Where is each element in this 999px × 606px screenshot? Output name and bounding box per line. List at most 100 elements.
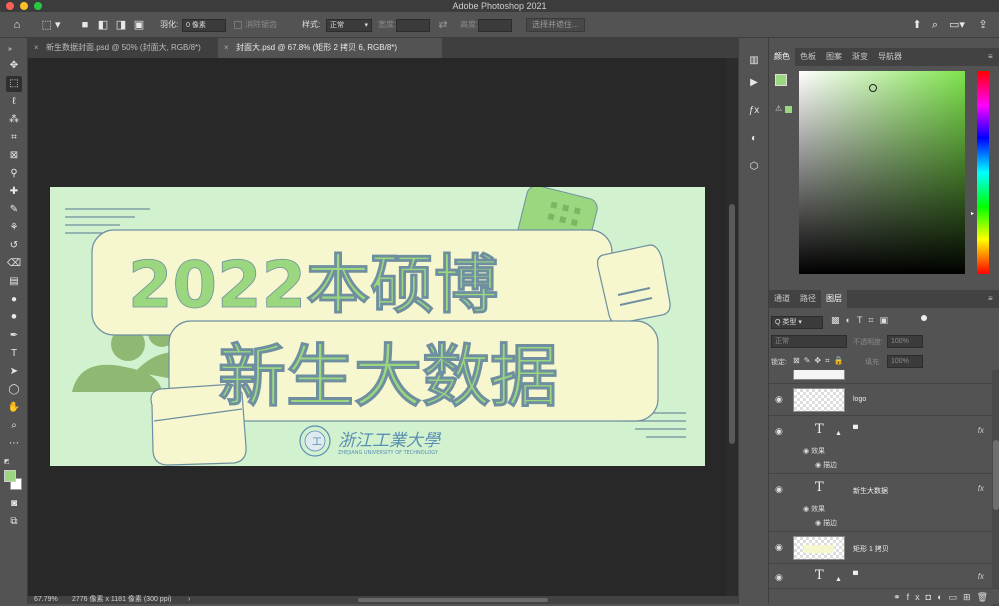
- ellipse-tool-icon[interactable]: ◯: [6, 382, 22, 398]
- tab-swatches[interactable]: 色板: [795, 48, 821, 66]
- marquee-preset-picker[interactable]: ⬚ ▾: [36, 16, 66, 34]
- close-window-button[interactable]: [6, 2, 14, 10]
- crop-tool-icon[interactable]: ⌗: [6, 130, 22, 146]
- fx-indicator[interactable]: fx: [978, 484, 984, 493]
- color-picker-cursor[interactable]: [869, 84, 877, 92]
- tab-color[interactable]: 颜色: [769, 48, 795, 66]
- effects-row[interactable]: ◉ 效果: [803, 504, 825, 514]
- tab-navigator[interactable]: 导航器: [873, 48, 907, 66]
- share-icon[interactable]: ⬆: [908, 16, 926, 34]
- brush-tool-icon[interactable]: ✎: [6, 202, 22, 218]
- stroke-effect-row[interactable]: ◉ 描边: [815, 518, 837, 528]
- adjustment-layer-icon[interactable]: ◐: [937, 592, 948, 602]
- fx-button[interactable]: fx: [907, 592, 926, 602]
- add-selection-icon[interactable]: ◧: [94, 16, 112, 34]
- vertical-scrollbar[interactable]: [726, 58, 738, 596]
- opacity-input[interactable]: 100%: [887, 335, 923, 348]
- subtract-selection-icon[interactable]: ◨: [112, 16, 130, 34]
- tab-channels[interactable]: 通道: [769, 290, 795, 308]
- eraser-tool-icon[interactable]: ⌫: [6, 256, 22, 272]
- hand-tool-icon[interactable]: ✋: [6, 400, 22, 416]
- color-picker-field[interactable]: [799, 71, 965, 274]
- type-tool-icon[interactable]: T: [6, 346, 22, 362]
- blur-tool-icon[interactable]: ●: [6, 292, 22, 308]
- minimize-window-button[interactable]: [20, 2, 28, 10]
- layer-row-text-2[interactable]: ◉ T 新生大数据 fx ◉ 效果 ◉ 描边: [769, 474, 992, 532]
- tab-new-student-data[interactable]: × 新生数据封面.psd @ 50% (封面大, RGB/8*): [28, 38, 218, 58]
- clone-stamp-tool-icon[interactable]: ⚘: [6, 220, 22, 236]
- move-tool-icon[interactable]: ✥: [6, 58, 22, 74]
- dodge-tool-icon[interactable]: ⚫: [6, 310, 22, 326]
- panel-menu-icon[interactable]: ≡: [983, 48, 998, 66]
- intersect-selection-icon[interactable]: ▣: [130, 16, 148, 34]
- web-safe-swatch[interactable]: [785, 106, 792, 113]
- horizontal-scrollbar-thumb[interactable]: [358, 598, 548, 602]
- blend-mode-select[interactable]: 正常: [771, 335, 847, 348]
- default-colors-icon[interactable]: ◩: [4, 458, 12, 466]
- tab-paths[interactable]: 路径: [795, 290, 821, 308]
- visibility-eye-icon[interactable]: ◉: [775, 426, 783, 437]
- adjustments-fx-icon[interactable]: ƒx: [745, 102, 763, 120]
- layer-row-rect-copy[interactable]: ◉ 矩形 1 拷贝: [769, 532, 992, 564]
- history-panel-icon[interactable]: ▥: [745, 52, 763, 70]
- new-group-icon[interactable]: ▭: [949, 592, 964, 602]
- frame-tool-icon[interactable]: ⊠: [6, 148, 22, 164]
- lock-icons[interactable]: ⊠✎✥⌗🔒: [793, 356, 848, 366]
- layer-row-logo[interactable]: ◉ logo: [769, 384, 992, 416]
- link-layers-icon[interactable]: ⚭: [893, 592, 907, 602]
- new-layer-icon[interactable]: ⊞: [963, 592, 977, 602]
- tab-patterns[interactable]: 图案: [821, 48, 847, 66]
- rectangular-marquee-tool-icon[interactable]: ⬚: [6, 76, 22, 92]
- tab-gradients[interactable]: 渐变: [847, 48, 873, 66]
- width-input[interactable]: [396, 19, 430, 32]
- layers-scrollbar[interactable]: [992, 370, 999, 606]
- search-icon[interactable]: ⌕: [926, 16, 944, 34]
- layer-row[interactable]: [769, 370, 992, 384]
- magic-wand-tool-icon[interactable]: ⁂: [6, 112, 22, 128]
- history-brush-tool-icon[interactable]: ↺: [6, 238, 22, 254]
- color-foreground-swatch[interactable]: [775, 74, 787, 86]
- layer-filter-icons[interactable]: ▩◐T⌗▣: [831, 315, 894, 326]
- height-input[interactable]: [478, 19, 512, 32]
- collapse-icon[interactable]: »: [2, 42, 18, 58]
- visibility-eye-icon[interactable]: ◉: [775, 572, 783, 583]
- foreground-color-swatch[interactable]: [4, 470, 16, 482]
- scrollbar-thumb[interactable]: [729, 204, 735, 444]
- pen-tool-icon[interactable]: ✒: [6, 328, 22, 344]
- layers-scrollbar-thumb[interactable]: [993, 440, 999, 510]
- close-icon[interactable]: ×: [224, 38, 229, 58]
- path-selection-tool-icon[interactable]: ➤: [6, 364, 22, 380]
- fx-indicator[interactable]: fx: [978, 426, 984, 435]
- zoom-level[interactable]: 67.79%: [34, 596, 58, 604]
- layer-filter-select[interactable]: Q 类型 ▾: [771, 316, 823, 329]
- properties-icon[interactable]: ◐: [745, 130, 763, 148]
- document-canvas[interactable]: 2022本硕博 新生大数据 工 浙江工業大學 ZHEJIANG UNIVERSI…: [50, 187, 705, 466]
- eyedropper-tool-icon[interactable]: ⚲: [6, 166, 22, 182]
- effects-row[interactable]: ◉ 效果: [803, 446, 825, 456]
- visibility-eye-icon[interactable]: ◉: [775, 394, 783, 405]
- new-selection-icon[interactable]: ■: [76, 16, 94, 34]
- trash-icon[interactable]: 🗑: [977, 592, 994, 602]
- screen-mode-icon[interactable]: ⧉: [6, 514, 22, 530]
- add-mask-icon[interactable]: ◘: [926, 592, 937, 602]
- quick-mask-icon[interactable]: ◙: [6, 496, 22, 512]
- visibility-eye-icon[interactable]: ◉: [775, 484, 783, 495]
- zoom-tool-icon[interactable]: ⌕: [6, 418, 22, 434]
- fill-input[interactable]: 100%: [887, 355, 923, 368]
- tab-cover-large[interactable]: × 封面大.psd @ 67.8% (矩形 2 拷贝 6, RGB/8*): [218, 38, 442, 58]
- layers-panel-menu-icon[interactable]: ≡: [983, 290, 998, 308]
- layer-row-text-1[interactable]: ◉ T ▲ ▀ fx ◉ 效果 ◉ 描边: [769, 416, 992, 474]
- stroke-effect-row[interactable]: ◉ 描边: [815, 460, 837, 470]
- hue-slider[interactable]: [977, 71, 989, 274]
- status-menu-arrow[interactable]: ›: [188, 596, 190, 604]
- select-and-mask-button[interactable]: 选择并遮住...: [526, 18, 585, 32]
- 3d-cube-icon[interactable]: ⬡: [745, 158, 763, 176]
- healing-brush-tool-icon[interactable]: ✚: [6, 184, 22, 200]
- swap-icon[interactable]: ⇄: [434, 16, 452, 34]
- gradient-tool-icon[interactable]: ▤: [6, 274, 22, 290]
- feather-input[interactable]: 0 像素: [182, 19, 226, 32]
- visibility-eye-icon[interactable]: ◉: [775, 542, 783, 553]
- lasso-tool-icon[interactable]: ℓ: [6, 94, 22, 110]
- workspace-icon[interactable]: ▭▾: [946, 16, 968, 34]
- export-icon[interactable]: ⇪: [974, 16, 992, 34]
